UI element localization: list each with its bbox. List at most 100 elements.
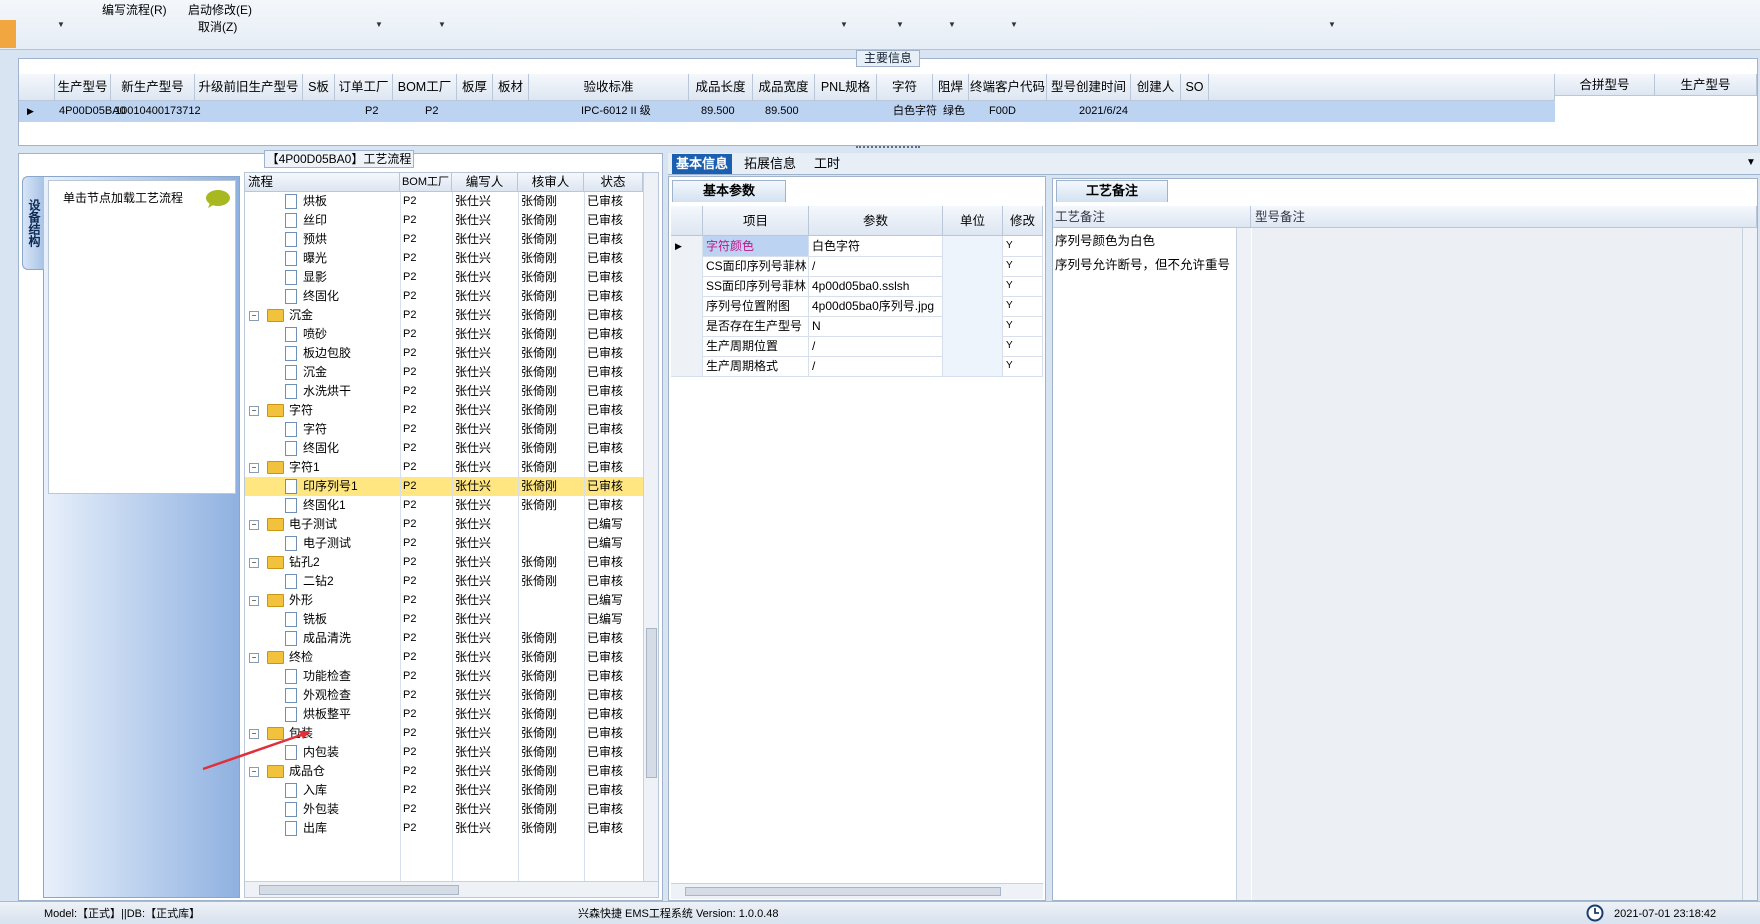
param-value[interactable]: 白色字符 xyxy=(809,236,943,256)
param-value[interactable]: 4p00d05ba0序列号.jpg xyxy=(809,296,943,316)
param-unit xyxy=(943,316,1003,336)
col-header[interactable]: 成品长度 xyxy=(689,74,753,101)
step-name: 预烘 xyxy=(303,232,328,246)
document-icon xyxy=(285,800,302,819)
collapse-toggle-icon[interactable]: − xyxy=(249,648,259,667)
col-header[interactable]: 终端客户代码 xyxy=(969,74,1047,101)
tab-extended-info[interactable]: 拓展信息 xyxy=(740,154,800,174)
step-status: 已审核 xyxy=(587,346,624,360)
col-header[interactable]: 板材 xyxy=(493,74,529,101)
dropdown-arrow-icon[interactable]: ▼ xyxy=(1010,20,1018,29)
dropdown-arrow-icon[interactable]: ▼ xyxy=(948,20,956,29)
cancel-menu-item[interactable]: 取消(Z) xyxy=(198,18,237,35)
col-header[interactable]: 阻焊 xyxy=(933,74,969,101)
param-row[interactable]: ▶ 字符颜色 白色字符 Y xyxy=(671,236,1043,257)
col-header[interactable]: 型号创建时间 xyxy=(1047,74,1131,101)
step-writer: 张仕兴 xyxy=(455,289,492,303)
step-bom: P2 xyxy=(403,708,417,720)
param-value[interactable]: N xyxy=(809,316,943,336)
dropdown-arrow-icon[interactable]: ▼ xyxy=(438,20,446,29)
param-row[interactable]: 生产周期位置 / Y xyxy=(671,336,1043,357)
dropdown-arrow-icon[interactable]: ▼ xyxy=(1328,20,1336,29)
col-header[interactable]: 编写人 xyxy=(452,173,518,192)
vertical-scrollbar[interactable] xyxy=(1236,228,1251,900)
col-header[interactable]: 项目 xyxy=(703,206,809,236)
param-value[interactable]: 4p00d05ba0.sslsh xyxy=(809,276,943,296)
step-bom: P2 xyxy=(403,632,417,644)
param-row[interactable]: 序列号位置附图 4p00d05ba0序列号.jpg Y xyxy=(671,296,1043,317)
col-header[interactable]: S板 xyxy=(303,74,335,101)
horizontal-scrollbar[interactable] xyxy=(245,881,658,897)
tab-basic-info[interactable]: 基本信息 xyxy=(672,154,733,174)
param-value[interactable]: / xyxy=(809,336,943,356)
tab-work-hours[interactable]: 工时 xyxy=(810,154,844,174)
step-writer: 张仕兴 xyxy=(455,707,492,721)
col-header[interactable]: PNL规格 xyxy=(815,74,877,101)
annotation-arrow-icon xyxy=(202,731,311,771)
param-mod: Y xyxy=(1003,316,1043,336)
col-header[interactable]: 字符 xyxy=(877,74,933,101)
collapse-toggle-icon[interactable]: − xyxy=(249,591,259,610)
step-writer: 张仕兴 xyxy=(455,650,492,664)
scrollbar-thumb[interactable] xyxy=(646,628,657,778)
splitter-grip[interactable] xyxy=(856,146,920,150)
dropdown-arrow-icon[interactable]: ▼ xyxy=(840,20,848,29)
write-flow-menu-item[interactable]: 编写流程(R) xyxy=(102,1,167,18)
col-header[interactable]: SO xyxy=(1181,74,1209,101)
step-bom: P2 xyxy=(403,385,417,397)
dropdown-arrow-icon[interactable]: ▼ xyxy=(896,20,904,29)
param-row[interactable]: SS面印序列号菲林 4p00d05ba0.sslsh Y xyxy=(671,276,1043,297)
param-row[interactable]: CS面印序列号菲林 / Y xyxy=(671,256,1043,277)
param-row[interactable]: 是否存在生产型号 N Y xyxy=(671,316,1043,337)
collapse-toggle-icon[interactable]: − xyxy=(249,401,259,420)
step-reviewer: 张倚刚 xyxy=(521,441,558,455)
collapse-toggle-icon[interactable]: − xyxy=(249,515,259,534)
step-status: 已审核 xyxy=(587,574,624,588)
col-header[interactable]: 合拼型号 xyxy=(1555,74,1655,96)
step-status: 已审核 xyxy=(587,308,624,322)
vertical-scrollbar[interactable] xyxy=(643,173,658,881)
row-indicator xyxy=(671,276,703,296)
col-header[interactable]: 板厚 xyxy=(457,74,493,101)
col-header[interactable]: BOM工厂 xyxy=(400,173,452,192)
param-mod: Y xyxy=(1003,336,1043,356)
cell-bom-factory: P2 xyxy=(425,105,439,117)
col-header[interactable]: 修改 xyxy=(1003,206,1043,236)
col-header[interactable]: 状态 xyxy=(584,173,643,192)
col-header[interactable]: 订单工厂 xyxy=(335,74,393,101)
col-header[interactable]: 升级前旧生产型号 xyxy=(195,74,303,101)
col-header[interactable]: BOM工厂 xyxy=(393,74,457,101)
param-value[interactable]: / xyxy=(809,256,943,276)
col-header[interactable]: 创建人 xyxy=(1131,74,1181,101)
param-row[interactable]: 生产周期格式 / Y xyxy=(671,356,1043,377)
col-header[interactable]: 生产型号 xyxy=(55,74,111,101)
step-status: 已审核 xyxy=(587,232,624,246)
col-header[interactable]: 生产型号 xyxy=(1655,74,1757,96)
start-edit-menu-item[interactable]: 启动修改(E) xyxy=(188,1,252,18)
collapse-toggle-icon[interactable]: − xyxy=(249,458,259,477)
param-value[interactable]: / xyxy=(809,356,943,376)
step-name: 成品清洗 xyxy=(303,631,352,645)
collapse-toggle-icon[interactable]: − xyxy=(249,306,259,325)
col-header[interactable]: 新生产型号 xyxy=(111,74,195,101)
col-header[interactable]: 验收标准 xyxy=(529,74,689,101)
dropdown-arrow-icon[interactable]: ▼ xyxy=(57,20,65,29)
process-notes-text[interactable]: 序列号颜色为白色 序列号允许断号，但不允许重号 xyxy=(1053,228,1237,900)
table-row[interactable]: ▶ 4P00D05BA0 10010400173712 P2 P2 IPC-60… xyxy=(19,101,1555,122)
model-notes-text[interactable] xyxy=(1252,228,1742,900)
col-header[interactable]: 流程 xyxy=(245,173,400,192)
vertical-scrollbar[interactable] xyxy=(1742,228,1757,900)
col-header[interactable]: 核审人 xyxy=(518,173,584,192)
horizontal-scrollbar[interactable] xyxy=(671,883,1043,899)
scrollbar-thumb[interactable] xyxy=(259,885,459,895)
scrollbar-thumb[interactable] xyxy=(685,887,1001,896)
step-bom: P2 xyxy=(403,803,417,815)
col-header[interactable]: 单位 xyxy=(943,206,1003,236)
col-header[interactable]: 参数 xyxy=(809,206,943,236)
col-header[interactable]: 成品宽度 xyxy=(753,74,815,101)
dropdown-arrow-icon[interactable]: ▼ xyxy=(375,20,383,29)
chevron-down-icon[interactable]: ▼ xyxy=(1746,157,1756,168)
sidebar-tab-equipment[interactable]: 设备结构 xyxy=(22,176,44,270)
step-status: 已审核 xyxy=(587,650,624,664)
collapse-toggle-icon[interactable]: − xyxy=(249,553,259,572)
